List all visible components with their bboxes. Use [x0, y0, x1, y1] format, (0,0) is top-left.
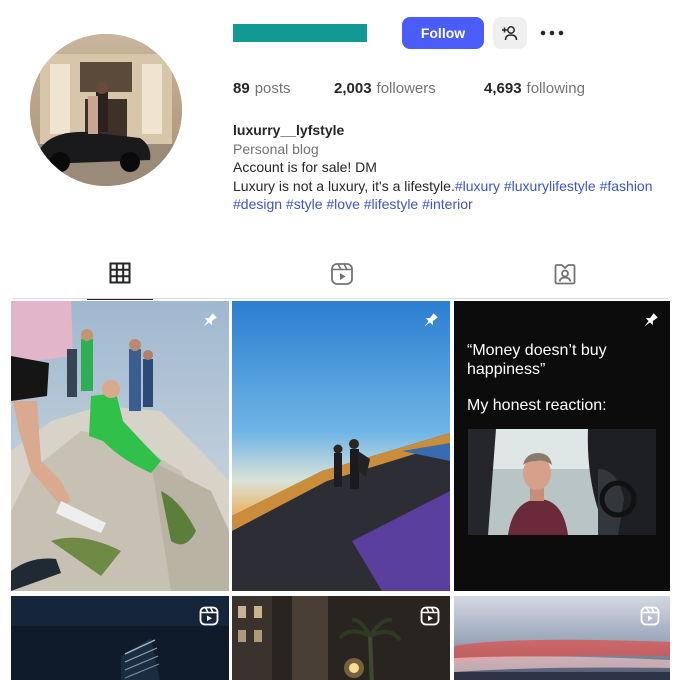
pin-icon: [203, 313, 217, 327]
person-add-icon: [502, 26, 518, 41]
post-photo-sunset-ridge: [232, 301, 450, 591]
post-photo-car-driver: [468, 429, 656, 535]
post-tile-4[interactable]: [11, 596, 229, 680]
follow-button[interactable]: Follow: [402, 17, 484, 49]
username-redaction: [233, 24, 367, 42]
post-tile-1[interactable]: [11, 301, 229, 591]
post-photo-motion-blur: [454, 596, 670, 680]
post-quote-text: “Money doesn’t buy happiness”: [467, 342, 607, 378]
avatar-photo: [30, 34, 182, 186]
bio-hashtags-2[interactable]: #design #style #love #lifestyle #interio…: [233, 195, 673, 214]
reel-icon: [199, 606, 219, 626]
suggested-accounts-button[interactable]: [493, 17, 527, 49]
following-count[interactable]: 4,693: [484, 80, 522, 97]
bio-hashtags[interactable]: #luxury #luxurylifestyle #fashion: [455, 178, 653, 194]
following-stat[interactable]: 4,693 following: [484, 80, 585, 97]
post-tile-6[interactable]: [454, 596, 670, 680]
posts-label: posts: [254, 80, 291, 97]
pin-icon: [644, 313, 658, 327]
posts-stat: 89 posts: [233, 80, 334, 97]
post-photo-palm-street: [232, 596, 450, 680]
followers-count[interactable]: 2,003: [334, 80, 372, 97]
post-tile-2[interactable]: [232, 301, 450, 591]
tab-reels[interactable]: [309, 262, 375, 300]
post-reaction-text: My honest reaction:: [467, 397, 607, 414]
pin-icon: [424, 313, 438, 327]
profile-avatar[interactable]: [30, 34, 182, 186]
bio-line-1: Account is for sale! DM: [233, 159, 377, 175]
tab-posts[interactable]: [87, 262, 153, 300]
post-tile-5[interactable]: [232, 596, 450, 680]
post-tile-3[interactable]: “Money doesn’t buy happiness” My honest …: [454, 301, 670, 591]
tab-tagged[interactable]: [532, 262, 598, 300]
more-horizontal-icon: [540, 30, 564, 36]
grid-icon: [109, 262, 131, 284]
profile-stats: 89 posts 2,003 followers 4,693 following: [233, 80, 585, 97]
profile-category: Personal blog: [233, 140, 319, 157]
followers-stat[interactable]: 2,003 followers: [334, 80, 484, 97]
reel-icon: [640, 606, 660, 626]
tabs-divider: [12, 298, 668, 299]
bio-line-2: Luxury is not a luxury, it's a lifestyle…: [233, 177, 673, 196]
following-label[interactable]: following: [527, 80, 585, 97]
more-options-button[interactable]: [538, 22, 566, 44]
reel-icon: [420, 606, 440, 626]
reels-icon: [331, 263, 353, 285]
bio-text: Luxury is not a luxury, it's a lifestyle…: [233, 177, 455, 194]
tagged-icon: [554, 264, 576, 285]
posts-count: 89: [233, 80, 250, 97]
post-photo-cliff-group: [11, 301, 229, 591]
profile-handle: luxurry__lyfstyle: [233, 122, 345, 138]
profile-bio: luxurry__lyfstyle Personal blog Account …: [233, 121, 673, 214]
followers-label[interactable]: followers: [377, 80, 436, 97]
post-photo-night-tower: [11, 596, 229, 680]
